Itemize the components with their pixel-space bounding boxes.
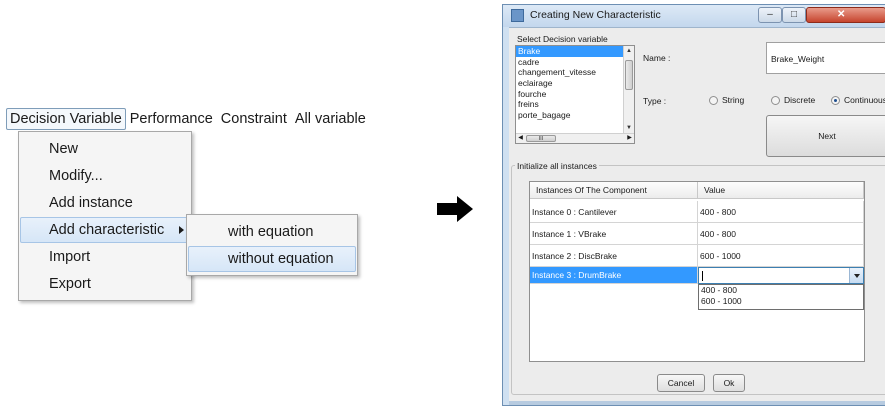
hscroll-thumb[interactable]: III	[526, 135, 556, 142]
list-item[interactable]: fourche	[516, 89, 634, 100]
column-header-instances[interactable]: Instances Of The Component	[530, 182, 698, 199]
decision-variable-menu: New Modify... Add instance Add character…	[18, 131, 192, 301]
menu-decision-variable[interactable]: Decision Variable	[6, 108, 126, 130]
dialog-titlebar[interactable]: Creating New Characteristic – □ ✕	[503, 5, 885, 27]
type-string-label: String	[722, 95, 745, 105]
select-variable-label: Select Decision variable	[517, 34, 608, 44]
text-caret	[702, 271, 703, 281]
submenu-item-with-equation[interactable]: with equation	[188, 219, 356, 245]
ok-button[interactable]: Ok	[713, 374, 745, 392]
dialog-title: Creating New Characteristic	[530, 9, 661, 21]
type-discrete-radio[interactable]: Discrete	[771, 95, 815, 105]
add-characteristic-submenu: with equation without equation	[186, 214, 358, 276]
menu-item-new[interactable]: New	[20, 136, 190, 162]
name-input[interactable]: Brake_Weight	[766, 42, 885, 74]
next-button[interactable]: Next	[766, 115, 885, 157]
chevron-down-icon[interactable]	[849, 268, 863, 283]
menu-item-add-characteristic-label: Add characteristic	[49, 222, 165, 238]
menu-item-export[interactable]: Export	[20, 271, 190, 297]
menu-all-variable[interactable]: All variable	[291, 108, 370, 130]
scroll-thumb[interactable]	[625, 60, 633, 90]
instance-cell[interactable]: Instance 0 : Cantilever	[530, 201, 698, 223]
minimize-button[interactable]: –	[758, 7, 782, 23]
radio-icon	[771, 95, 780, 105]
instance-cell[interactable]: Instance 3 : DrumBrake	[530, 267, 698, 284]
value-combobox[interactable]	[698, 267, 864, 284]
scroll-right-icon[interactable]: ▶	[625, 134, 634, 143]
type-continuous-label: Continuous	[844, 95, 885, 105]
app-icon	[511, 9, 524, 22]
cancel-button[interactable]: Cancel	[657, 374, 705, 392]
type-label: Type :	[643, 96, 667, 106]
list-item[interactable]: Brake	[516, 46, 626, 57]
type-continuous-radio[interactable]: Continuous	[831, 95, 885, 105]
menu-item-import[interactable]: Import	[20, 244, 190, 270]
type-discrete-label: Discrete	[784, 95, 816, 105]
menu-item-add-characteristic[interactable]: Add characteristic	[20, 217, 190, 243]
radio-selected-icon	[831, 95, 840, 105]
decision-variable-list[interactable]: Brake cadre changement_vitesse eclairage…	[515, 45, 635, 144]
value-cell[interactable]: 600 - 1000	[698, 245, 864, 267]
minimize-icon: –	[767, 9, 773, 20]
instance-cell[interactable]: Instance 1 : VBrake	[530, 223, 698, 245]
column-header-value[interactable]: Value	[698, 182, 864, 199]
scroll-up-icon[interactable]: ▲	[624, 46, 634, 57]
submenu-arrow-icon	[179, 226, 184, 234]
scroll-left-icon[interactable]: ◀	[516, 134, 525, 143]
dialog-bottom-border	[509, 401, 885, 405]
instances-table: Instances Of The Component Value Instanc…	[529, 181, 865, 362]
creating-characteristic-dialog: Creating New Characteristic – □ ✕ Select…	[502, 4, 885, 406]
menu-item-modify[interactable]: Modify...	[20, 163, 190, 189]
type-string-radio[interactable]: String	[709, 95, 744, 105]
table-row[interactable]: Instance 2 : DiscBrake 600 - 1000	[530, 245, 864, 267]
value-dropdown-list: 400 - 800 600 - 1000	[698, 284, 864, 310]
list-item[interactable]: freins	[516, 99, 634, 110]
value-cell[interactable]: 400 - 800	[698, 223, 864, 245]
menubar: Decision Variable Performance Constraint…	[6, 106, 386, 132]
maximize-icon: □	[790, 9, 798, 20]
value-cell[interactable]: 400 - 800	[698, 201, 864, 223]
close-button[interactable]: ✕	[806, 7, 885, 23]
maximize-button[interactable]: □	[782, 7, 806, 23]
table-row[interactable]: Instance 1 : VBrake 400 - 800	[530, 223, 864, 245]
dialog-client: Select Decision variable Brake cadre cha…	[509, 27, 885, 401]
list-item[interactable]: eclairage	[516, 78, 634, 89]
right-arrow-icon	[437, 196, 473, 222]
list-item[interactable]: cadre	[516, 57, 634, 68]
name-label: Name :	[643, 53, 671, 63]
radio-icon	[709, 95, 718, 105]
group-label: Initialize all instances	[515, 161, 599, 171]
submenu-item-without-equation[interactable]: without equation	[188, 246, 356, 272]
dropdown-option[interactable]: 400 - 800	[699, 285, 863, 296]
list-item[interactable]: changement_vitesse	[516, 67, 634, 78]
dropdown-option[interactable]: 600 - 1000	[699, 296, 863, 307]
list-vertical-scrollbar[interactable]: ▲ ▼	[623, 46, 634, 134]
close-icon: ✕	[837, 9, 846, 20]
table-row[interactable]: Instance 0 : Cantilever 400 - 800	[530, 201, 864, 223]
menu-performance[interactable]: Performance	[126, 108, 217, 130]
list-horizontal-scrollbar[interactable]: ◀ III ▶	[516, 133, 634, 143]
menu-item-add-instance[interactable]: Add instance	[20, 190, 190, 216]
instance-cell[interactable]: Instance 2 : DiscBrake	[530, 245, 698, 267]
list-item[interactable]: porte_bagage	[516, 110, 634, 121]
menu-constraint[interactable]: Constraint	[217, 108, 291, 130]
